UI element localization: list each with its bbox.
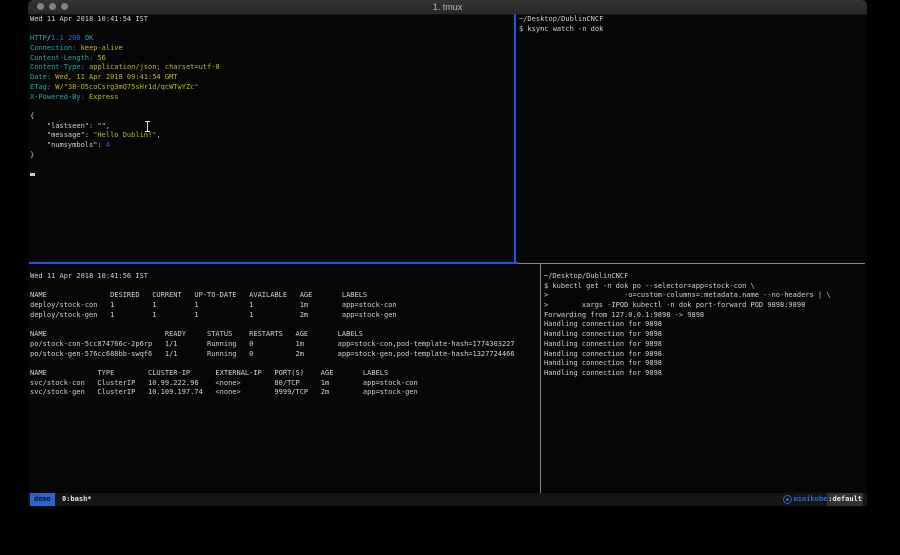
terminal-line: "lastseen": "", — [30, 122, 512, 132]
terminal-line: > -o=custom-columns=:metadata.name --no-… — [544, 291, 865, 301]
terminal-line: _ — [30, 170, 512, 180]
kubernetes-helm-icon — [783, 495, 792, 504]
terminal-line: Forwarding from 127.0.0.1:9898 -> 9898 — [544, 311, 865, 321]
terminal-line: { — [30, 112, 512, 122]
terminal-line: Handling connection for 9898 — [544, 320, 865, 330]
terminal-line: ~/Desktop/DublinCNCF — [544, 272, 865, 282]
terminal-line — [30, 320, 538, 330]
terminal-line: Handling connection for 9898 — [544, 359, 865, 369]
terminal-line — [30, 102, 512, 112]
terminal-line: Handling connection for 9898 — [544, 340, 865, 350]
terminal-line: ~/Desktop/DublinCNCF — [519, 15, 865, 25]
terminal-line: } — [30, 151, 512, 161]
terminal-line: po/stock-gen-576cc688bb-swqf6 1/1 Runnin… — [30, 350, 538, 360]
terminal-line: $ ksync watch -n dok — [519, 25, 865, 35]
terminal-line: ETag: W/"38-O5coCsrg3mQ75sHr1d/qcWTwYZc" — [30, 83, 512, 93]
window-tab-bash[interactable]: 0:bash* — [62, 493, 92, 506]
terminal-line: "numsymbols": 4 — [30, 141, 512, 151]
terminal-line: "message": "Hello Dublin!", — [30, 131, 512, 141]
session-name-badge: demo — [30, 493, 55, 506]
terminal-line — [30, 160, 512, 170]
desktop-background: 1. tmux Wed 11 Apr 2018 10:41:54 IST HTTP… — [0, 0, 900, 555]
terminal-line: Wed 11 Apr 2018 10:41:56 IST — [30, 272, 538, 282]
pane-divider-vertical-bottom[interactable] — [540, 264, 541, 493]
kube-namespace-label: :default — [827, 493, 863, 506]
title-bar[interactable]: 1. tmux — [28, 0, 867, 15]
terminal-line: Connection: keep-alive — [30, 44, 512, 54]
terminal-line: deploy/stock-con 1 1 1 1 1m app=stock-co… — [30, 301, 538, 311]
active-pane-divider-vertical[interactable] — [514, 14, 516, 264]
terminal-line: Date: Wed, 11 Apr 2018 09:41:54 GMT — [30, 73, 512, 83]
window-title: 1. tmux — [28, 2, 867, 12]
terminal-line: po/stock-con-5cc874766c-2p6rp 1/1 Runnin… — [30, 340, 538, 350]
terminal-line: NAME TYPE CLUSTER-IP EXTERNAL-IP PORT(S)… — [30, 369, 538, 379]
terminal-line: NAME DESIRED CURRENT UP-TO-DATE AVAILABL… — [30, 291, 538, 301]
mouse-ibeam-cursor — [144, 121, 151, 132]
terminal-window: 1. tmux Wed 11 Apr 2018 10:41:54 IST HTTP… — [28, 0, 867, 507]
terminal-line: Content-Length: 56 — [30, 54, 512, 64]
pane-http-response[interactable]: Wed 11 Apr 2018 10:41:54 IST HTTP/1.1 200… — [30, 15, 512, 261]
status-right-section: minikube :default — [783, 493, 863, 506]
terminal-line: Handling connection for 9898 — [544, 369, 865, 379]
terminal-line: NAME READY STATUS RESTARTS AGE LABELS — [30, 330, 538, 340]
terminal-line — [30, 282, 538, 292]
terminal-line: HTTP/1.1 200 OK — [30, 34, 512, 44]
kube-context-label: minikube — [794, 493, 828, 506]
terminal-line: Content-Type: application/json; charset=… — [30, 63, 512, 73]
tmux-status-bar: demo 0:bash* minikube :default — [28, 493, 867, 506]
pane-port-forward[interactable]: ~/Desktop/DublinCNCF$ kubectl get -n dok… — [544, 272, 865, 491]
active-pane-divider-horizontal[interactable] — [29, 262, 518, 264]
pane-ksync-watch[interactable]: ~/Desktop/DublinCNCF$ ksync watch -n dok — [519, 15, 865, 261]
terminal-line: svc/stock-gen ClusterIP 10.109.197.74 <n… — [30, 388, 538, 398]
terminal-line: > xargs -IPOD kubectl -n dok port-forwar… — [544, 301, 865, 311]
terminal-line: $ kubectl get -n dok po --selector=app=s… — [544, 282, 865, 292]
terminal-line: deploy/stock-gen 1 1 1 1 2m app=stock-ge… — [30, 311, 538, 321]
terminal-line: Handling connection for 9898 — [544, 330, 865, 340]
terminal-line — [30, 359, 538, 369]
pane-kubectl-get[interactable]: Wed 11 Apr 2018 10:41:56 IST NAME DESIRED… — [30, 272, 538, 491]
terminal-line — [30, 25, 512, 35]
terminal-line: svc/stock-con ClusterIP 10.99.222.96 <no… — [30, 379, 538, 389]
terminal-line: Wed 11 Apr 2018 10:41:54 IST — [30, 15, 512, 25]
terminal-line: X-Powered-By: Express — [30, 93, 512, 103]
pane-divider-horizontal-right[interactable] — [518, 263, 865, 264]
terminal-line: Handling connection for 9898 — [544, 350, 865, 360]
